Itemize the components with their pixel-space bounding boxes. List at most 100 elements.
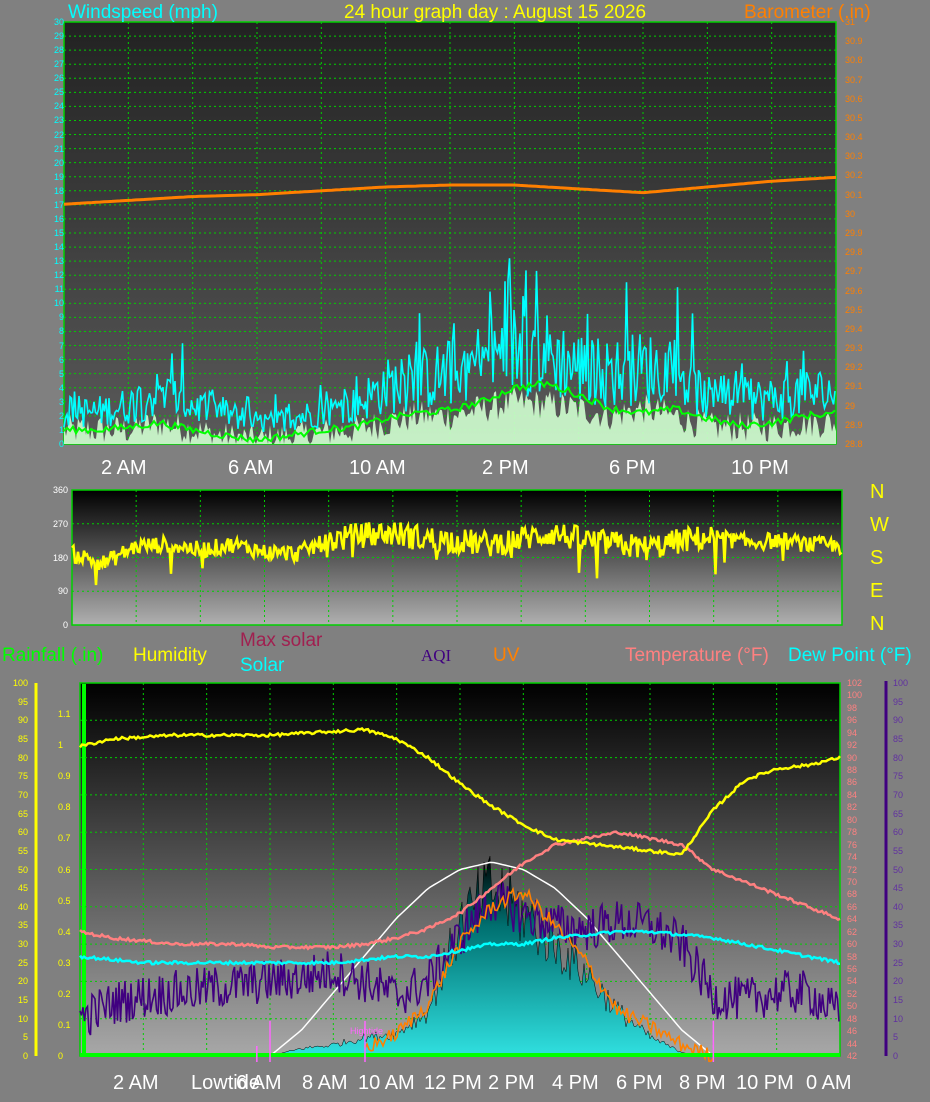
windspeed-ytick: 11: [54, 284, 64, 295]
top-xlabel: 10 PM: [731, 457, 789, 479]
humidity-ytick: 40: [17, 901, 28, 912]
barometer-ytick: 29.8: [845, 247, 863, 258]
bottom-xlabel: 6 PM: [616, 1072, 663, 1094]
bottom-xlabel: 10 AM: [358, 1072, 415, 1094]
windspeed-ytick: 8: [58, 326, 64, 337]
windspeed-ytick: 2: [58, 410, 64, 421]
chart-title: 24 hour graph day : August 15 2026: [344, 2, 647, 23]
barometer-ytick: 30.8: [845, 55, 863, 66]
humidity-ytick: 25: [17, 957, 28, 968]
humidity-ytick: 90: [17, 715, 28, 726]
humidity-ytick: 55: [17, 845, 28, 856]
humidity-ytick: 85: [17, 733, 28, 744]
bottom-xlabel: 2 PM: [488, 1072, 535, 1094]
bottom-xlabel: 4 PM: [552, 1072, 599, 1094]
direction-ytick: 270: [52, 518, 68, 529]
temperature-ytick: 42: [847, 1051, 858, 1061]
windspeed-ytick: 24: [53, 101, 64, 112]
aqi-ytick: 20: [893, 976, 904, 987]
temperature-ytick: 96: [847, 715, 858, 726]
rain-ytick: 0.4: [58, 926, 71, 937]
rain-ytick: 0.1: [58, 1019, 71, 1030]
barometer-ytick: 30.1: [845, 189, 863, 200]
windspeed-ytick: 30: [53, 17, 64, 27]
barometer-ytick: 29.9: [845, 228, 863, 238]
temperature-ytick: 50: [847, 1001, 858, 1012]
windspeed-ytick: 19: [53, 171, 64, 182]
barometer-ytick: 30.2: [845, 170, 863, 181]
bottom-xlabel: 12 PM: [424, 1072, 482, 1094]
direction-ytick: 360: [52, 485, 68, 495]
temperature-ytick: 60: [847, 939, 858, 950]
aqi-ytick: 30: [893, 939, 904, 950]
barometer-ytick: 29.2: [845, 362, 863, 373]
humidity-ytick: 0: [22, 1051, 28, 1061]
rain-ytick: 1.1: [58, 709, 71, 720]
humidity-ytick: 60: [17, 827, 28, 838]
temperature-ytick: 52: [847, 988, 858, 999]
windspeed-ytick: 3: [58, 396, 64, 407]
windspeed-axis-title: Windspeed (mph): [68, 2, 218, 23]
bottom-xlabel: 6 AM: [236, 1072, 282, 1094]
legend-humidity: Humidity: [133, 645, 207, 666]
windspeed-ytick: 25: [53, 87, 64, 98]
top-xlabel: 6 AM: [228, 457, 274, 479]
humidity-ytick: 20: [17, 976, 28, 987]
temperature-ytick: 46: [847, 1026, 858, 1037]
windspeed-ytick: 23: [53, 115, 64, 126]
rain-ytick: 1: [58, 740, 64, 751]
aqi-ytick: 15: [893, 995, 904, 1006]
humidity-ytick: 75: [17, 771, 28, 782]
humidity-ytick: 10: [17, 1013, 28, 1024]
windspeed-ytick: 1: [58, 424, 64, 435]
legend-max-solar: Max solar: [240, 630, 323, 651]
temperature-ytick: 80: [847, 814, 858, 825]
windspeed-ytick: 4: [58, 382, 64, 393]
aqi-ytick: 0: [893, 1051, 899, 1061]
direction-ytick: 90: [57, 586, 68, 597]
legend-rainfall: Rainfall (.in): [2, 645, 104, 666]
windspeed-ytick: 9: [58, 312, 64, 323]
temperature-ytick: 64: [847, 914, 858, 925]
humidity-ytick: 100: [12, 678, 28, 688]
temperature-ytick: 70: [847, 876, 858, 887]
rain-ytick: 0.7: [58, 833, 71, 844]
aqi-ytick: 75: [893, 771, 904, 782]
rain-ytick: 0.8: [58, 802, 71, 813]
temperature-ytick: 94: [847, 727, 858, 738]
aqi-ytick: 50: [893, 864, 904, 875]
humidity-ytick: 95: [17, 696, 28, 707]
humidity-ytick: 15: [17, 995, 28, 1006]
aqi-ytick: 85: [893, 733, 904, 744]
temperature-ytick: 86: [847, 777, 858, 788]
barometer-ytick: 30.5: [845, 112, 863, 123]
barometer-ytick: 30.3: [845, 151, 863, 162]
temperature-ytick: 74: [847, 852, 858, 863]
temperature-ytick: 48: [847, 1013, 858, 1024]
temperature-ytick: 72: [847, 864, 858, 875]
weather-graph: [34, 21, 888, 1063]
barometer-ytick: 30.9: [845, 36, 863, 47]
windspeed-ytick: 15: [53, 228, 64, 238]
compass-letter: W: [870, 514, 889, 536]
compass-letter: N: [870, 481, 885, 503]
temperature-ytick: 98: [847, 702, 858, 713]
legend-solar: Solar: [240, 655, 285, 676]
direction-ytick: 180: [52, 552, 68, 563]
barometer-ytick: 31: [845, 17, 856, 27]
aqi-ytick: 95: [893, 696, 904, 707]
bottom-xlabel: 0 AM: [806, 1072, 852, 1094]
barometer-ytick: 30.6: [845, 93, 863, 104]
barometer-ytick: 29.5: [845, 304, 863, 315]
temperature-ytick: 54: [847, 976, 858, 987]
humidity-ytick: 5: [22, 1032, 28, 1043]
temperature-ytick: 62: [847, 926, 858, 937]
barometer-ytick: 30.7: [845, 74, 863, 85]
direction-ytick: 0: [62, 620, 68, 630]
compass-letter: N: [870, 613, 885, 635]
temperature-ytick: 68: [847, 889, 858, 900]
rain-ytick: 0.5: [58, 895, 71, 906]
barometer-ytick: 29.4: [845, 323, 863, 334]
top-xlabel: 10 AM: [349, 457, 406, 479]
barometer-ytick: 28.9: [845, 419, 863, 430]
